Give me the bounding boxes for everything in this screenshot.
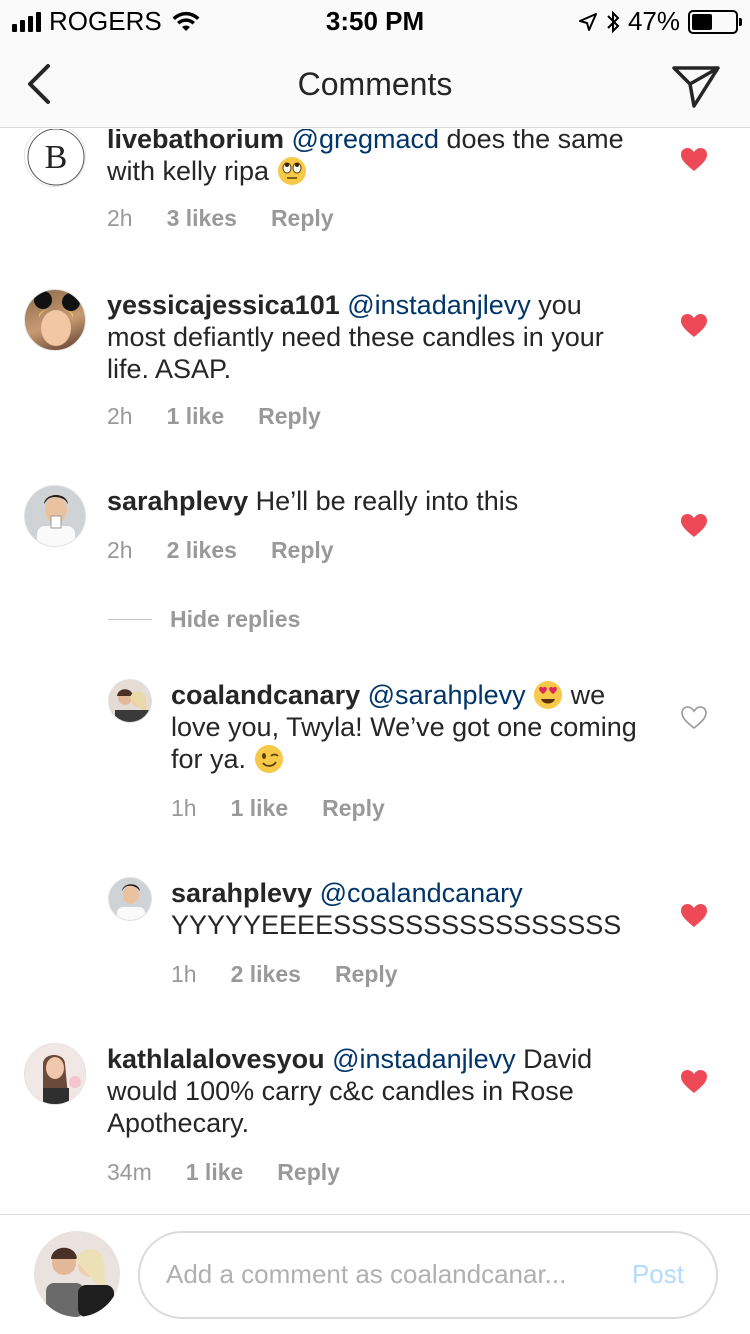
- comment-time: 2h: [107, 205, 133, 231]
- comment-text: sarahplevy @coalandcanary YYYYYEEEESSSSS…: [171, 877, 641, 941]
- comment-likes[interactable]: 2 likes: [167, 537, 237, 564]
- avatar[interactable]: [108, 877, 152, 921]
- user-photo-icon: [109, 878, 151, 920]
- comment-meta: 1h 1 like Reply: [171, 795, 385, 822]
- comment-username[interactable]: coalandcanary: [171, 680, 360, 710]
- rolling-eyes-emoji-icon: [277, 157, 306, 185]
- comment-composer: Add a comment as coalandcanar... Post: [0, 1214, 750, 1334]
- like-heart-icon[interactable]: [680, 313, 708, 339]
- comment-likes[interactable]: 1 like: [167, 403, 225, 430]
- comment-username[interactable]: sarahplevy: [171, 878, 312, 908]
- reply-button[interactable]: Reply: [335, 961, 398, 988]
- avatar[interactable]: [24, 485, 86, 547]
- comment-mention[interactable]: @coalandcanary: [320, 878, 523, 908]
- comment-mention[interactable]: @sarahplevy: [368, 680, 526, 710]
- like-heart-icon[interactable]: [680, 903, 708, 929]
- user-photo-icon: [34, 291, 80, 346]
- navigation-bar: Comments: [0, 40, 750, 128]
- reply-button[interactable]: Reply: [258, 403, 321, 430]
- comment-meta: 34m 1 like Reply: [107, 1159, 340, 1186]
- page-title: Comments: [297, 66, 453, 102]
- comment-time: 1h: [171, 961, 197, 987]
- winking-face-emoji-icon: [254, 745, 283, 773]
- location-arrow-icon: [578, 12, 597, 31]
- battery-icon: [688, 9, 742, 34]
- comment-time: 34m: [107, 1159, 152, 1185]
- status-right: 47%: [578, 6, 742, 37]
- avatar[interactable]: B: [24, 129, 86, 187]
- comment-time: 1h: [171, 795, 197, 821]
- avatar[interactable]: [24, 1043, 86, 1105]
- divider: [108, 619, 152, 620]
- comment-body: He’ll be really into this: [248, 486, 519, 516]
- comment-username[interactable]: sarahplevy: [107, 486, 248, 516]
- comment-username[interactable]: kathlalalovesyou: [107, 1044, 325, 1074]
- reply-button[interactable]: Reply: [277, 1159, 340, 1186]
- heart-eyes-emoji-icon: [534, 681, 563, 709]
- comments-list[interactable]: B livebathorium @gregmacd does the same …: [0, 129, 750, 1214]
- like-heart-icon[interactable]: [680, 147, 708, 173]
- comment-mention[interactable]: @instadanjlevy: [347, 290, 531, 320]
- user-photo-icon: [109, 680, 151, 722]
- paper-plane-icon[interactable]: [670, 62, 722, 110]
- comment-meta: 2h 3 likes Reply: [107, 205, 334, 232]
- reply-button[interactable]: Reply: [322, 795, 385, 822]
- avatar[interactable]: [108, 679, 152, 723]
- user-photo-icon: [25, 486, 85, 546]
- status-bar: ROGERS 3:50 PM 47%: [0, 0, 750, 40]
- comment-input[interactable]: Add a comment as coalandcanar... Post: [138, 1231, 718, 1319]
- hide-replies-button[interactable]: Hide replies: [108, 606, 300, 633]
- comment-meta: 2h 1 like Reply: [107, 403, 321, 430]
- comment-likes[interactable]: 3 likes: [167, 205, 237, 232]
- like-heart-icon[interactable]: [680, 513, 708, 539]
- like-heart-outline-icon[interactable]: [680, 705, 708, 731]
- comment-mention[interactable]: @instadanjlevy: [332, 1044, 516, 1074]
- comment-text: sarahplevy He’ll be really into this: [107, 485, 627, 517]
- comment-likes[interactable]: 1 like: [186, 1159, 244, 1186]
- reply-button[interactable]: Reply: [271, 537, 334, 564]
- comment-body: YYYYYEEEESSSSSSSSSSSSSSSS: [171, 910, 622, 940]
- like-heart-icon[interactable]: [680, 1069, 708, 1095]
- comment-username[interactable]: livebathorium: [107, 129, 284, 154]
- comment-text: coalandcanary @sarahplevy we love you, T…: [171, 679, 641, 775]
- comment-input-placeholder: Add a comment as coalandcanar...: [166, 1259, 567, 1289]
- hide-replies-label: Hide replies: [170, 606, 301, 632]
- post-button[interactable]: Post: [632, 1259, 684, 1290]
- current-user-avatar: [34, 1231, 120, 1317]
- user-photo-icon: [25, 1044, 85, 1104]
- comment-time: 2h: [107, 537, 133, 563]
- comment-text: yessicajessica101 @instadanjlevy you mos…: [107, 289, 627, 385]
- avatar[interactable]: [24, 289, 86, 351]
- reply-button[interactable]: Reply: [271, 205, 334, 232]
- comment-text: livebathorium @gregmacd does the same wi…: [107, 129, 627, 187]
- comment-likes[interactable]: 1 like: [231, 795, 289, 822]
- comment-time: 2h: [107, 403, 133, 429]
- comment-likes[interactable]: 2 likes: [231, 961, 301, 988]
- comment-meta: 1h 2 likes Reply: [171, 961, 398, 988]
- comment-text: kathlalalovesyou @instadanjlevy David wo…: [107, 1043, 627, 1139]
- battery-percent: 47%: [627, 6, 680, 36]
- comment-username[interactable]: yessicajessica101: [107, 290, 340, 320]
- user-photo-icon: [34, 1231, 120, 1317]
- bluetooth-icon: [607, 10, 620, 33]
- svg-text:B: B: [45, 139, 68, 176]
- comment-mention[interactable]: @gregmacd: [292, 129, 439, 154]
- bathorium-logo-icon: B: [27, 129, 85, 186]
- comment-meta: 2h 2 likes Reply: [107, 537, 334, 564]
